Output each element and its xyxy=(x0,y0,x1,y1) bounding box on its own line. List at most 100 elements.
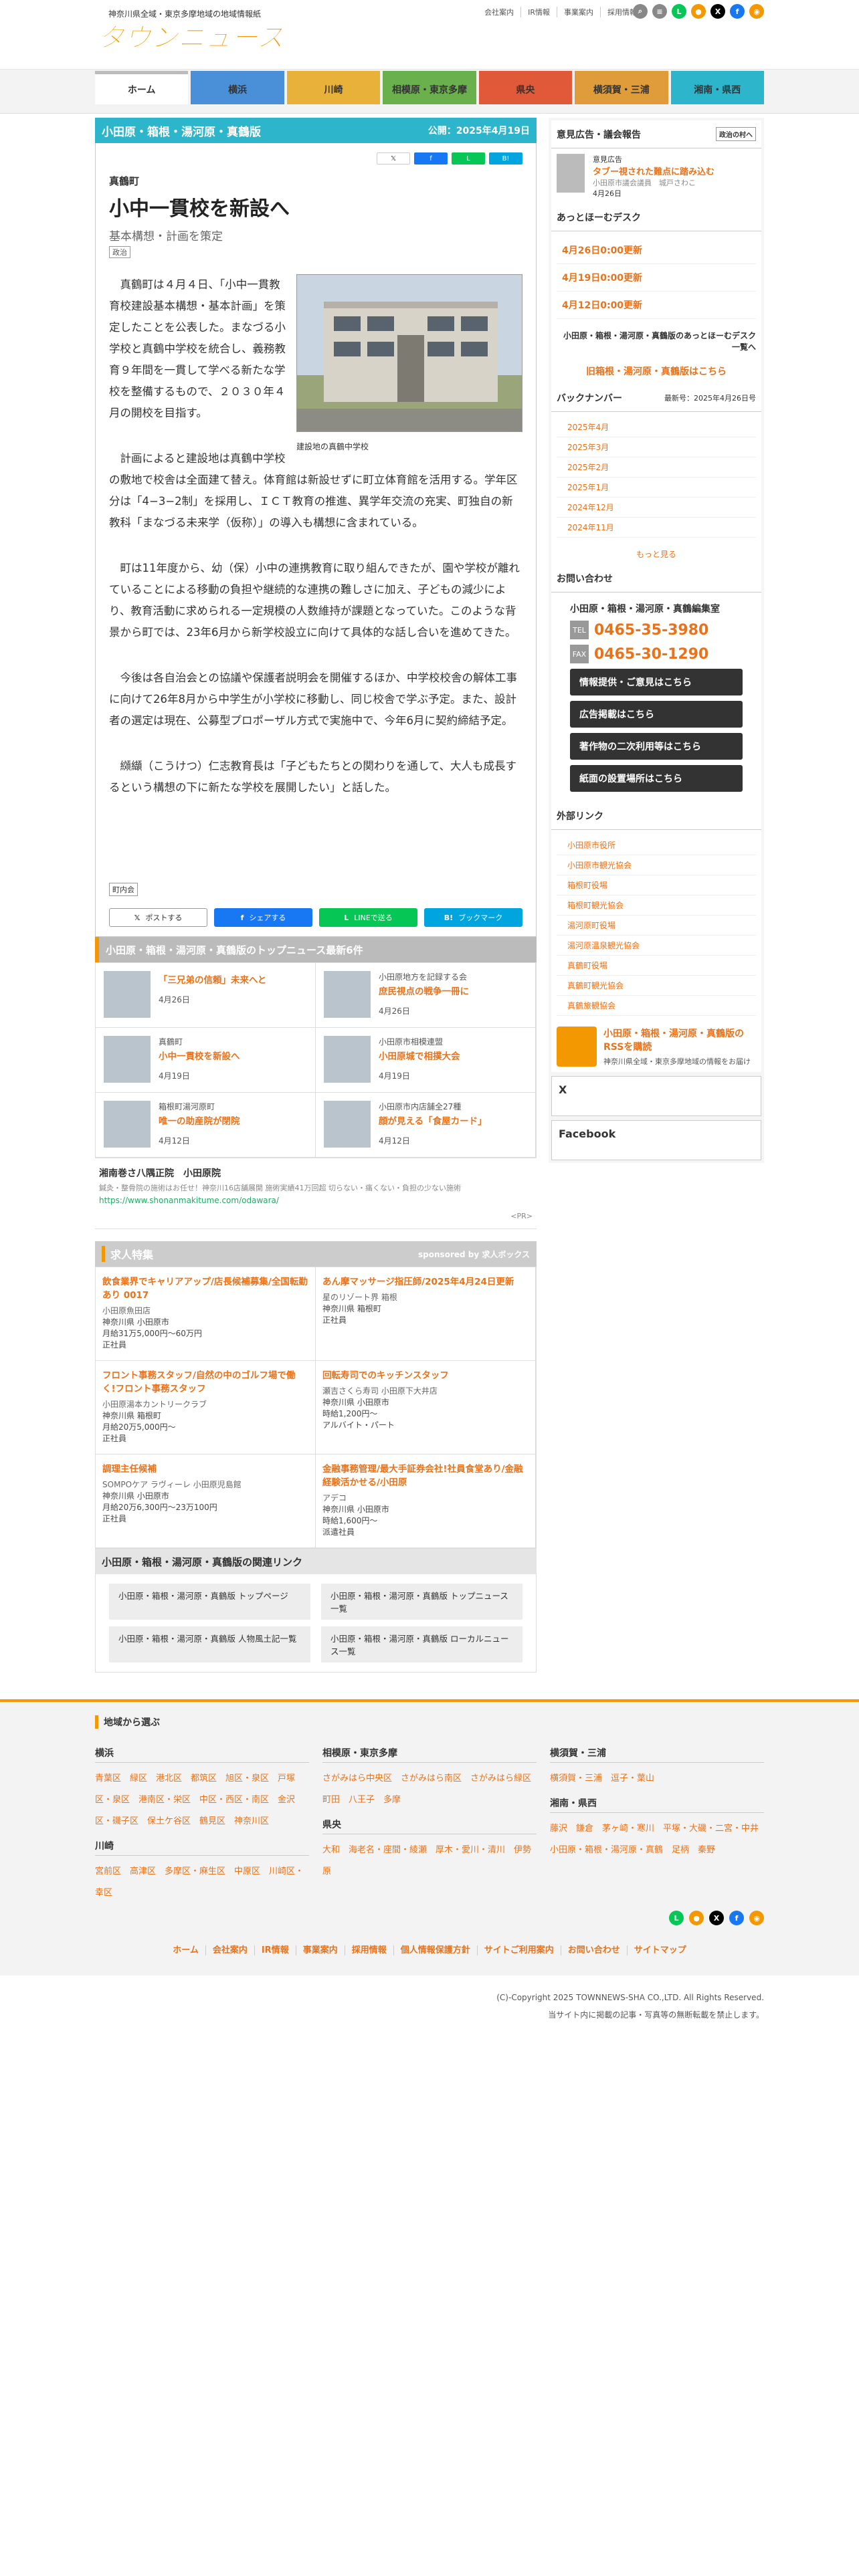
related-link[interactable]: 小田原・箱根・湯河原・真鶴版 人物風土記一覧 xyxy=(109,1626,310,1662)
backnumber-item[interactable]: 2025年1月 xyxy=(557,477,756,498)
facebook-icon[interactable]: f xyxy=(729,1911,744,1925)
nav-item[interactable]: 県央 xyxy=(478,71,573,104)
list-item[interactable]: 小田原地方を記録する会 庶民視点の戦争一冊に 4月26日 xyxy=(316,963,536,1028)
rss-box[interactable]: 小田原・箱根・湯河原・真鶴版のRSSを購読 神奈川県全域・東京多摩地域の情報をお… xyxy=(551,1021,761,1072)
job-title[interactable]: 金融事務管理/最大手証券会社!社員食堂あり/金融経験活かせる/小田原 xyxy=(322,1461,529,1488)
footer-link[interactable]: IR情報 xyxy=(254,1945,296,1955)
job-card[interactable]: 飲食業界でキャリアアップ/店長候補募集/全国転勤あり 0017 小田原魚田店 神奈川… xyxy=(96,1267,316,1361)
share-line-mini[interactable]: L xyxy=(452,152,485,165)
search-icon[interactable]: ⌕ xyxy=(633,4,648,19)
list-item[interactable]: 小田原市内店舗全27種 顔が見える「食屋カード」 4月12日 xyxy=(316,1093,536,1158)
share-x-mini[interactable]: 𝕏 xyxy=(377,152,410,165)
link-business[interactable]: 事業案内 xyxy=(557,7,600,17)
nav-item[interactable]: 横須賀・三浦 xyxy=(575,71,668,104)
pr-block[interactable]: 湘南巻さ八隅正院 小田原院 鍼灸・整骨院の施術はお任せ！神奈川16店舗展開 施術… xyxy=(95,1158,537,1229)
desk-link[interactable]: 小田原・箱根・湯河原・真鶴版のあっとほーむデスク一覧へ xyxy=(551,324,761,358)
footer-region-links[interactable]: さがみはら中央区 さがみはら南区 さがみはら緑区 町田 八王子 多摩 xyxy=(322,1768,540,1811)
footer-link[interactable]: ホーム xyxy=(166,1945,205,1955)
copyright-button[interactable]: 著作物の二次利用等はこちら xyxy=(570,733,743,760)
old-edition-link[interactable]: 旧箱根・湯河原・真鶴版はこちら xyxy=(551,358,761,385)
external-link[interactable]: 真鶴旅観協会 xyxy=(557,996,756,1016)
news-title[interactable]: 顔が見える「食屋カード」 xyxy=(379,1113,487,1127)
footer-link[interactable]: サイトマップ xyxy=(626,1945,693,1955)
pr-url[interactable]: https://www.shonanmakitume.com/odawara/ xyxy=(99,1196,533,1205)
job-title[interactable]: 調理主任候補 xyxy=(102,1461,308,1475)
author-tag[interactable]: 町内会 xyxy=(109,883,138,896)
footer-link[interactable]: 会社案内 xyxy=(205,1945,254,1955)
list-item[interactable]: 真鶴町 小中一貫校を新設へ 4月19日 xyxy=(96,1028,316,1093)
politics-button[interactable]: 政治の村へ xyxy=(716,127,756,141)
footer-link[interactable]: 採用情報 xyxy=(344,1945,393,1955)
related-link[interactable]: 小田原・箱根・湯河原・真鶴版 ローカルニュース一覧 xyxy=(321,1626,522,1662)
job-card[interactable]: 調理主任候補 SOMPOケア ラヴィーレ 小田原児島館 神奈川県 小田原市 月給20万… xyxy=(96,1455,316,1548)
tel-number[interactable]: 0465-35-3980 xyxy=(594,622,708,639)
footer-link[interactable]: サイトご利用案内 xyxy=(476,1945,561,1955)
external-link[interactable]: 湯河原温泉観光協会 xyxy=(557,936,756,956)
ad-button[interactable]: 広告掲載はこちら xyxy=(570,701,743,728)
job-title[interactable]: 飲食業界でキャリアアップ/店長候補募集/全国転勤あり 0017 xyxy=(102,1274,308,1301)
share-facebook-button[interactable]: f シェアする xyxy=(214,908,312,927)
ad-title[interactable]: タブー視された難点に踏み込む xyxy=(593,165,714,177)
external-link[interactable]: 湯河原町役場 xyxy=(557,916,756,936)
footer-region-links[interactable]: 宮前区 高津区 多摩区・麻生区 中原区 川崎区・幸区 xyxy=(95,1861,309,1904)
news-title[interactable]: 小田原城で相撲大会 xyxy=(379,1049,460,1062)
rss-icon[interactable]: ◉ xyxy=(749,4,764,19)
share-hatena-button[interactable]: B! ブックマーク xyxy=(424,908,522,927)
opinion-ad[interactable]: 意見広告 タブー視された難点に踏み込む 小田原市議会議員 城戸さわこ 4月26日 xyxy=(551,148,761,204)
desk-item[interactable]: 4月12日0:00更新 xyxy=(557,292,756,319)
backnumber-item[interactable]: 2025年4月 xyxy=(557,417,756,437)
backnumber-more[interactable]: もっと見る xyxy=(551,543,761,565)
list-item[interactable]: 箱根町湯河原町 唯一の助産院が閉院 4月12日 xyxy=(96,1093,316,1158)
footer-link[interactable]: お問い合わせ xyxy=(560,1945,627,1955)
site-logo[interactable]: タウンニュース xyxy=(95,19,296,55)
line-icon[interactable]: L xyxy=(672,4,686,19)
external-link[interactable]: 箱根町観光協会 xyxy=(557,895,756,916)
external-link[interactable]: 箱根町役場 xyxy=(557,875,756,895)
news-title[interactable]: 唯一の助産院が閉院 xyxy=(159,1113,240,1127)
share-line-button[interactable]: L LINEで送る xyxy=(319,908,417,927)
menu-icon[interactable]: ≡ xyxy=(652,4,667,19)
external-link[interactable]: 小田原市役所 xyxy=(557,835,756,855)
job-title[interactable]: フロント事務スタッフ/自然の中のゴルフ場で働く!フロント事務スタッフ xyxy=(102,1368,308,1394)
link-company[interactable]: 会社案内 xyxy=(478,7,520,17)
footer-region-links[interactable]: 大和 海老名・座間・綾瀬 厚木・愛川・清川 伊勢原 xyxy=(322,1840,537,1883)
nav-item[interactable]: ホーム xyxy=(95,71,189,104)
rss-icon[interactable]: ◉ xyxy=(749,1911,764,1925)
external-link[interactable]: 真鶴町観光協会 xyxy=(557,976,756,996)
related-link[interactable]: 小田原・箱根・湯河原・真鶴版 トップページ xyxy=(109,1584,310,1620)
job-title[interactable]: 回転寿司でのキッチンスタッフ xyxy=(322,1368,529,1381)
footer-region-links[interactable]: 青葉区 緑区 港北区 都筑区 旭区・泉区 戸塚区・泉区 港南区・栄区 中区・西区… xyxy=(95,1768,309,1832)
share-x-button[interactable]: 𝕏 ポストする xyxy=(109,908,207,927)
related-link[interactable]: 小田原・箱根・湯河原・真鶴版 トップニュース一覧 xyxy=(321,1584,522,1620)
job-card[interactable]: フロント事務スタッフ/自然の中のゴルフ場で働く!フロント事務スタッフ 小田原湯本カ… xyxy=(96,1361,316,1455)
line-icon[interactable]: L xyxy=(669,1911,684,1925)
job-card[interactable]: 金融事務管理/最大手証券会社!社員食堂あり/金融経験活かせる/小田原 アデコ 神奈川… xyxy=(316,1455,536,1548)
list-item[interactable]: 「三兄弟の信頼」未来へと 4月26日 xyxy=(96,963,316,1028)
rss-title[interactable]: 小田原・箱根・湯河原・真鶴版のRSSを購読 xyxy=(603,1027,756,1053)
backnumber-item[interactable]: 2024年12月 xyxy=(557,498,756,518)
share-fb-mini[interactable]: f xyxy=(414,152,448,165)
footer-region-links[interactable]: 藤沢 鎌倉 茅ヶ崎・寒川 平塚・大磯・二宮・中井 小田原・箱根・湯河原・真鶴 足… xyxy=(550,1818,767,1861)
nav-item[interactable]: 相模原・東京多摩 xyxy=(383,71,476,104)
x-icon[interactable]: X xyxy=(709,1911,724,1925)
external-link[interactable]: 小田原市観光協会 xyxy=(557,855,756,875)
x-icon[interactable]: X xyxy=(710,4,725,19)
list-item[interactable]: 小田原市相模連盟 小田原城で相撲大会 4月19日 xyxy=(316,1028,536,1093)
info-button[interactable]: 情報提供・ご意見はこちら xyxy=(570,669,743,695)
job-title[interactable]: あん摩マッサージ指圧師/2025年4月24日更新 xyxy=(322,1274,529,1287)
news-title[interactable]: 小中一貫校を新設へ xyxy=(159,1049,240,1062)
category-tag[interactable]: 政治 xyxy=(109,246,130,258)
nav-item[interactable]: 湘南・県西 xyxy=(670,71,764,104)
desk-item[interactable]: 4月26日0:00更新 xyxy=(557,237,756,264)
link-ir[interactable]: IR情報 xyxy=(520,7,557,17)
backnumber-item[interactable]: 2025年3月 xyxy=(557,437,756,457)
backnumber-item[interactable]: 2025年2月 xyxy=(557,457,756,477)
footer-region-links[interactable]: 横須賀・三浦 逗子・葉山 xyxy=(550,1768,764,1790)
footer-link[interactable]: 事業案内 xyxy=(295,1945,345,1955)
hatena-icon[interactable]: ● xyxy=(689,1911,704,1925)
job-card[interactable]: 回転寿司でのキッチンスタッフ 瀬吉さくら寿司 小田原下大井店 神奈川県 小田原市 時給… xyxy=(316,1361,536,1455)
backnumber-item[interactable]: 2024年11月 xyxy=(557,518,756,538)
nav-item[interactable]: 横浜 xyxy=(191,71,284,104)
share-hatena-mini[interactable]: B! xyxy=(489,152,522,165)
job-card[interactable]: あん摩マッサージ指圧師/2025年4月24日更新 星のリゾート界 箱根 神奈川県 箱… xyxy=(316,1267,536,1361)
